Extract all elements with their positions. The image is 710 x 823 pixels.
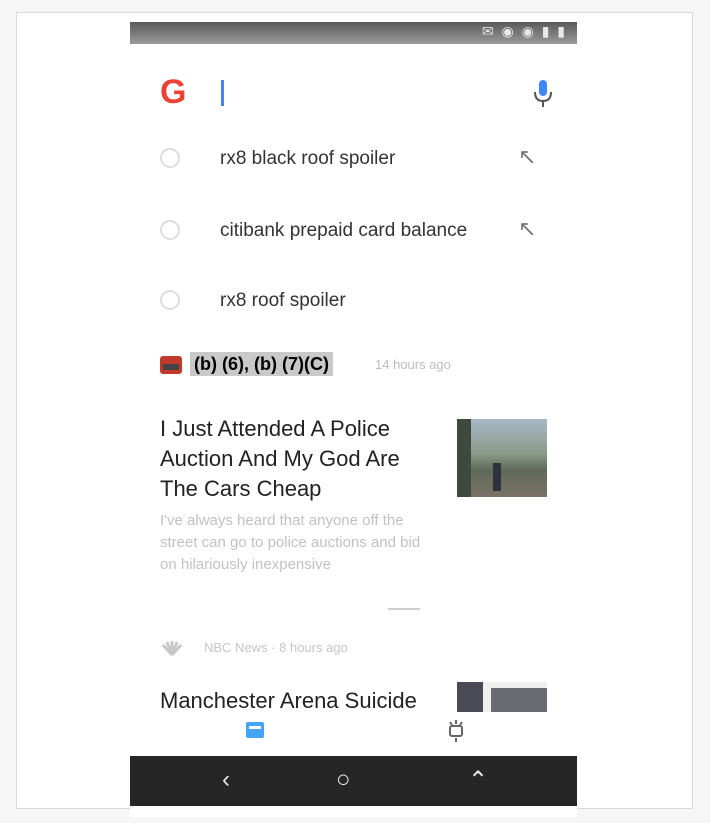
recents-button[interactable]: ⌃ — [468, 766, 488, 795]
nbc-peacock-icon — [161, 641, 183, 656]
fill-query-arrow-icon[interactable]: ↖ — [518, 144, 536, 170]
suggestion-text: rx8 roof spoiler — [220, 290, 346, 311]
card-source-row: NBC News · 8 hours ago — [160, 638, 460, 660]
news-headline[interactable]: Manchester Arena Suicide — [160, 688, 417, 714]
phone-screen: ✉ ◉ ◉ ▮ ▮ G rx8 black roof spoiler ↖ cit… — [130, 22, 577, 817]
news-thumbnail[interactable] — [457, 682, 547, 716]
system-navigation-bar: ‹ ○ ⌃ — [130, 756, 577, 806]
history-icon — [160, 290, 180, 310]
publisher-icon — [160, 356, 182, 374]
suggestion-item[interactable]: rx8 black roof spoiler ↖ — [130, 140, 577, 182]
status-icons: ✉ ◉ ◉ ▮ ▮ — [481, 23, 567, 39]
search-bar[interactable]: G — [130, 70, 577, 120]
home-button[interactable]: ○ — [336, 766, 351, 794]
card-timestamp: 14 hours ago — [375, 357, 451, 372]
bottom-navigation — [130, 712, 577, 754]
google-logo-icon: G — [160, 73, 187, 111]
status-bar: ✉ ◉ ◉ ▮ ▮ — [130, 22, 577, 44]
card-divider — [388, 608, 420, 610]
card-source-row: (b) (6), (b) (7)(C) 14 hours ago — [160, 352, 560, 378]
suggestion-text: rx8 black roof spoiler — [220, 148, 396, 169]
redacted-source: (b) (6), (b) (7)(C) — [190, 352, 333, 376]
card-source-text: NBC News · 8 hours ago — [204, 640, 348, 655]
microphone-icon[interactable] — [528, 76, 558, 110]
news-thumbnail[interactable] — [457, 419, 547, 497]
updates-tab-icon[interactable] — [446, 718, 466, 744]
news-headline[interactable]: I Just Attended A Police Auction And My … — [160, 414, 420, 504]
history-icon — [160, 148, 180, 168]
news-snippet: I've always heard that anyone off the st… — [160, 512, 421, 573]
suggestion-text: citibank prepaid card balance — [220, 220, 468, 241]
history-icon — [160, 220, 180, 240]
search-input[interactable] — [221, 80, 224, 106]
feed-tab-icon[interactable] — [246, 722, 264, 738]
fill-query-arrow-icon[interactable]: ↖ — [518, 216, 536, 242]
suggestion-item[interactable]: rx8 roof spoiler — [130, 282, 577, 324]
back-button[interactable]: ‹ — [222, 766, 230, 794]
suggestion-item[interactable]: citibank prepaid card balance ↖ — [130, 212, 577, 254]
